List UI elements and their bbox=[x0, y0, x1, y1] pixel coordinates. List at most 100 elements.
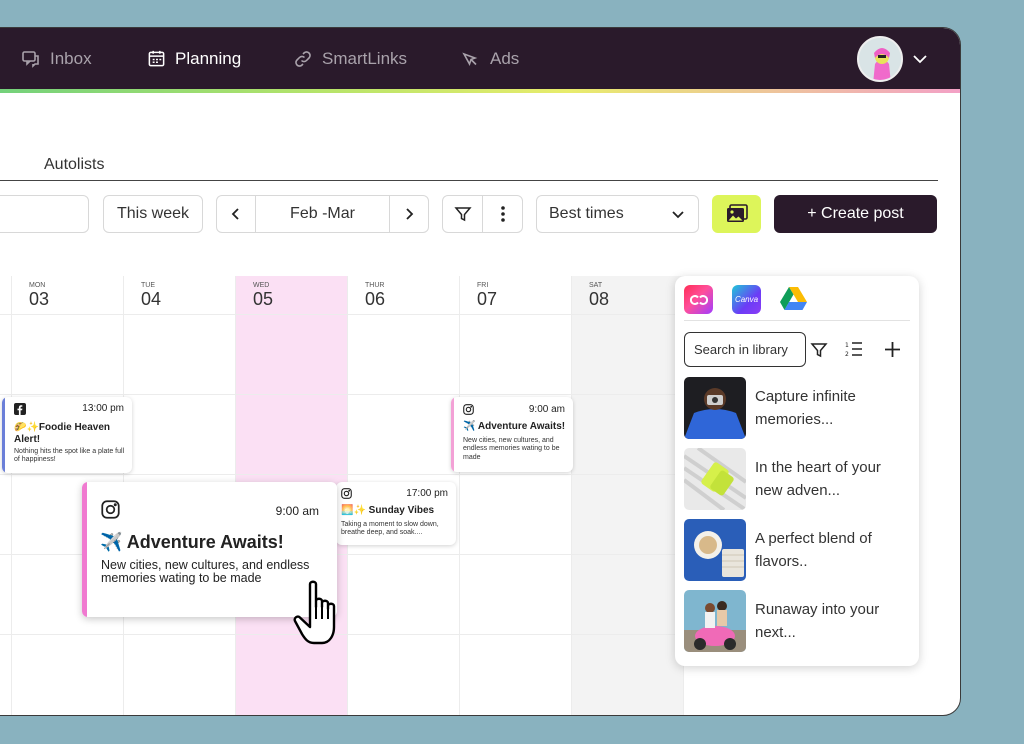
account-menu-chevron-icon[interactable] bbox=[911, 50, 929, 73]
post-title: 🌅✨ Sunday Vibes bbox=[341, 505, 435, 516]
instagram-icon bbox=[101, 500, 120, 519]
inbox-icon bbox=[22, 50, 39, 68]
library-search-input[interactable]: Search in library bbox=[684, 332, 806, 367]
avatar-illustration bbox=[859, 38, 901, 80]
nav-ads[interactable]: Ads bbox=[461, 28, 519, 89]
instagram-icon bbox=[463, 404, 474, 415]
weekend-column-shade bbox=[571, 276, 683, 715]
google-drive-icon[interactable] bbox=[779, 285, 808, 311]
platform-color-bar bbox=[2, 397, 5, 473]
day-number: 03 bbox=[29, 289, 50, 309]
nav-smartlinks[interactable]: SmartLinks bbox=[293, 28, 407, 89]
platform-color-bar bbox=[451, 397, 454, 472]
this-week-label: This week bbox=[116, 205, 190, 222]
post-description: New cities, new cultures, and endless me… bbox=[463, 437, 560, 461]
platform-color-bar bbox=[82, 482, 87, 617]
grid-line bbox=[0, 474, 681, 475]
nav-inbox[interactable]: Inbox bbox=[21, 28, 92, 89]
grid-line bbox=[571, 276, 572, 715]
adobe-creative-cloud-icon[interactable] bbox=[684, 285, 713, 314]
library-item[interactable]: Capture infinite memories... bbox=[684, 377, 909, 439]
more-options-button[interactable] bbox=[483, 205, 522, 223]
image-gallery-icon bbox=[726, 204, 748, 222]
library-item-thumbnail bbox=[684, 377, 746, 439]
day-number: 04 bbox=[141, 289, 162, 309]
grid-line bbox=[0, 394, 681, 395]
best-times-select[interactable]: Best times bbox=[536, 195, 699, 233]
post-description: Taking a moment to slow down, breathe de… bbox=[341, 521, 439, 537]
more-vertical-icon bbox=[500, 206, 505, 222]
panel-divider bbox=[684, 320, 910, 321]
nav-smartlinks-label: SmartLinks bbox=[322, 48, 408, 68]
accent-gradient-bar bbox=[0, 89, 960, 93]
library-item-text: Runaway into your next... bbox=[755, 601, 880, 641]
library-item-thumbnail bbox=[684, 519, 746, 581]
filter-icon[interactable] bbox=[810, 341, 828, 359]
nav-planning-label: Planning bbox=[175, 48, 242, 68]
day-of-week: THUR bbox=[365, 282, 385, 289]
library-item-text: A perfect blend of flavors.. bbox=[755, 530, 872, 570]
filter-button[interactable] bbox=[443, 196, 483, 232]
library-item-thumbnail bbox=[684, 448, 746, 510]
scheduled-post-card[interactable]: 13:00 pm 🌮✨Foodie Heaven Alert! Nothing … bbox=[2, 397, 132, 473]
nav-planning[interactable]: Planning bbox=[147, 28, 241, 89]
next-period-button[interactable] bbox=[389, 196, 428, 232]
this-week-button[interactable]: This week bbox=[103, 195, 203, 233]
grid-line bbox=[0, 314, 681, 315]
best-times-label: Best times bbox=[549, 205, 624, 222]
chevron-left-icon bbox=[231, 208, 239, 220]
library-item[interactable]: Runaway into your next... bbox=[684, 590, 909, 652]
previous-period-button[interactable] bbox=[217, 196, 256, 232]
canva-logo-text: Canva bbox=[734, 295, 759, 304]
search-field-partial[interactable] bbox=[0, 195, 89, 233]
day-of-week: SAT bbox=[589, 282, 603, 289]
day-of-week: TUE bbox=[141, 282, 155, 289]
library-item[interactable]: In the heart of your new adven... bbox=[684, 448, 909, 510]
library-search-placeholder: Search in library bbox=[694, 342, 788, 357]
add-icon[interactable] bbox=[883, 340, 902, 359]
app-window: Inbox Planning SmartLinks Ads Autolists … bbox=[0, 27, 961, 716]
create-post-button[interactable]: + Create post bbox=[774, 195, 937, 233]
scheduled-post-card[interactable]: 17:00 pm 🌅✨ Sunday Vibes Taking a moment… bbox=[336, 482, 456, 545]
day-number: 07 bbox=[477, 289, 498, 309]
library-item-text: In the heart of your new adven... bbox=[755, 459, 881, 499]
chevron-down-icon bbox=[672, 211, 684, 219]
media-library-panel: Canva Search in library 12 Capture infin… bbox=[675, 276, 919, 666]
chevron-right-icon bbox=[406, 208, 414, 220]
tab-autolists[interactable]: Autolists bbox=[44, 156, 104, 174]
canva-icon[interactable]: Canva bbox=[732, 285, 761, 314]
tabs-divider bbox=[0, 180, 938, 181]
grid-line bbox=[459, 276, 460, 715]
hand-pointer-cursor-icon bbox=[293, 580, 336, 645]
library-item[interactable]: A perfect blend of flavors.. bbox=[684, 519, 909, 581]
svg-text:2: 2 bbox=[845, 351, 849, 358]
day-number: 05 bbox=[253, 289, 274, 309]
scheduled-post-card[interactable]: 9:00 am ✈️ Adventure Awaits! New cities,… bbox=[451, 397, 573, 472]
post-description: New cities, new cultures, and endless me… bbox=[101, 558, 310, 585]
post-description: Nothing hits the spot like a plate full … bbox=[14, 448, 125, 464]
date-range-label[interactable]: Feb -Mar bbox=[256, 205, 389, 223]
date-range-navigator: Feb -Mar bbox=[216, 195, 429, 233]
filter-icon bbox=[453, 207, 472, 222]
post-time: 13:00 pm bbox=[82, 403, 124, 414]
user-avatar[interactable] bbox=[857, 36, 903, 82]
nav-ads-label: Ads bbox=[490, 48, 520, 68]
ads-icon bbox=[462, 52, 478, 66]
filter-options-group bbox=[442, 195, 523, 233]
svg-text:1: 1 bbox=[845, 342, 849, 349]
library-item-thumbnail bbox=[684, 590, 746, 652]
day-number: 08 bbox=[589, 289, 610, 309]
nav-inbox-label: Inbox bbox=[50, 48, 92, 68]
post-title: ✈️ Adventure Awaits! bbox=[463, 421, 566, 432]
grid-line bbox=[11, 276, 12, 715]
top-navigation-bar: Inbox Planning SmartLinks Ads bbox=[0, 28, 960, 89]
sort-list-icon[interactable]: 12 bbox=[844, 340, 863, 359]
instagram-icon bbox=[341, 488, 352, 499]
post-title: ✈️ Adventure Awaits! bbox=[100, 532, 284, 552]
media-library-button[interactable] bbox=[712, 195, 761, 233]
day-of-week: WED bbox=[253, 282, 270, 289]
day-of-week: MON bbox=[29, 282, 46, 289]
calendar-icon bbox=[148, 50, 165, 67]
day-of-week: FRI bbox=[477, 282, 489, 289]
library-item-text: Capture infinite memories... bbox=[755, 388, 856, 428]
